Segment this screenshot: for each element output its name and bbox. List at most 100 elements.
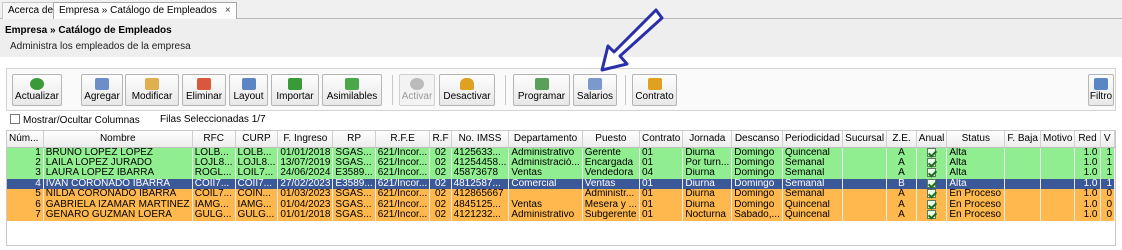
table-body: 1 BRUNO LOPEZ LOPEZ LOLB... LOLB... 01/01/20… [7, 147, 1115, 221]
column-header[interactable]: Puesto [582, 131, 641, 148]
column-header[interactable]: Anual [916, 131, 948, 148]
table-row[interactable]: 3 LAURA LOPEZ IBARRA ROGL... LOIL7... 24/06/… [7, 168, 1115, 179]
table-cell: Gerente [582, 147, 641, 158]
assimilables-button[interactable]: Asimilables [322, 74, 382, 106]
close-icon[interactable]: × [225, 5, 231, 16]
column-header[interactable]: F. Ingreso [277, 131, 334, 148]
show-hide-columns-checkbox[interactable] [10, 114, 20, 124]
button-label: Importar [276, 91, 314, 102]
table-cell: 45873678 [451, 168, 510, 179]
annual-checkbox[interactable] [916, 147, 948, 158]
table-cell: 02 [429, 189, 452, 200]
table-row[interactable]: 4 IVAN CORONADO IBARRA COII7... COII7... 27/… [7, 178, 1115, 190]
annual-checkbox[interactable] [916, 189, 948, 200]
column-header[interactable]: Departamento [508, 131, 583, 148]
button-label: Filtro [1089, 91, 1113, 102]
column-header[interactable]: R.F [429, 131, 452, 148]
table-cell [1004, 210, 1041, 221]
checkbox-checked-icon[interactable] [927, 189, 937, 199]
table-cell: Subgerente [582, 210, 641, 221]
selected-rows-label: Filas Seleccionadas [160, 114, 249, 125]
annual-checkbox[interactable] [916, 178, 948, 190]
table-row[interactable]: 7 GENARO GUZMAN LOERA GULG... GULG... 01/01/… [7, 210, 1115, 221]
checkbox-checked-icon[interactable] [927, 157, 937, 167]
table-cell [1004, 168, 1041, 179]
column-header[interactable]: Núm... [7, 131, 44, 148]
table-cell: 0 [1100, 210, 1115, 221]
tab-catalogo-empleados[interactable]: Empresa » Catálogo de Empleados × [53, 2, 237, 19]
column-header[interactable]: Status [946, 131, 1006, 148]
column-header[interactable]: CURP [235, 131, 279, 148]
activate-button[interactable]: Activar [399, 74, 435, 106]
annual-checkbox[interactable] [916, 210, 948, 221]
filter-button[interactable]: Filtro [1088, 74, 1114, 106]
table-cell: Ventas [508, 199, 583, 211]
column-header[interactable]: Z.E. [886, 131, 917, 148]
salaries-button[interactable]: Salarios [573, 74, 617, 106]
deactivate-button[interactable]: Desactivar [439, 74, 495, 106]
column-header[interactable]: RP [332, 131, 376, 148]
table-cell: Alta [946, 147, 1006, 158]
table-cell: SGAS... [332, 157, 376, 169]
table-cell: Diurna [682, 147, 733, 158]
column-header[interactable]: RFC [192, 131, 236, 148]
column-header[interactable]: Red [1074, 131, 1101, 148]
page-header: Empresa » Catálogo de Empleados Administ… [0, 19, 1122, 57]
column-header[interactable]: Nombre [43, 131, 193, 148]
table-cell: 04 [639, 168, 684, 179]
table-cell: Quincenal [782, 210, 844, 221]
table-row[interactable]: 5 NILDA CORONADO IBARRA COIL7... COIN... 01/… [7, 189, 1115, 200]
table-cell: 6 [7, 199, 44, 211]
column-header[interactable]: V [1100, 131, 1115, 148]
checkbox-checked-icon[interactable] [927, 210, 937, 220]
table-cell: LOLB... [235, 147, 279, 158]
table-cell: A [886, 199, 917, 211]
annual-checkbox[interactable] [916, 157, 948, 169]
column-header[interactable]: F. Baja [1004, 131, 1041, 148]
column-header[interactable]: Descanso [731, 131, 783, 148]
checkbox-checked-icon[interactable] [927, 147, 937, 157]
delete-button[interactable]: Eliminar [182, 74, 226, 106]
table-row[interactable]: 6 GABRIELA IZAMAR MARTINEZ IAMG... IAMG... 0… [7, 199, 1115, 211]
layout-button[interactable]: Layout [229, 74, 268, 106]
table-cell: IAMG... [235, 199, 279, 211]
table-cell: Nocturna [682, 210, 733, 221]
table-cell: 01 [639, 157, 684, 169]
annual-checkbox[interactable] [916, 199, 948, 211]
checkbox-checked-icon[interactable] [927, 178, 937, 188]
add-button[interactable]: Agregar [81, 74, 123, 106]
table-cell: 13/07/2019 [277, 157, 334, 169]
refresh-button[interactable]: Actualizar [12, 74, 62, 106]
tab-acerca-de[interactable]: Acerca de [2, 2, 60, 19]
import-button[interactable]: Importar [271, 74, 319, 106]
annual-checkbox[interactable] [916, 168, 948, 179]
column-header[interactable]: Motivo [1040, 131, 1076, 148]
column-header[interactable]: R.F.E [375, 131, 431, 148]
schedule-button[interactable]: Programar [513, 74, 570, 106]
contract-button[interactable]: Contrato [632, 74, 677, 106]
table-cell: A [886, 168, 917, 179]
page-title: Empresa » Catálogo de Empleados [5, 25, 172, 36]
edit-button[interactable]: Modificar [125, 74, 179, 106]
table-cell: 1 [1100, 157, 1115, 169]
column-header[interactable]: No. IMSS [451, 131, 510, 148]
column-header[interactable]: Sucursal [842, 131, 888, 148]
table-row[interactable]: 1 BRUNO LOPEZ LOPEZ LOLB... LOLB... 01/01/20… [7, 147, 1115, 158]
button-label: Salarios [576, 91, 614, 102]
table-cell: Diurna [682, 199, 733, 211]
column-header[interactable]: Periodicidad [782, 131, 844, 148]
checkbox-checked-icon[interactable] [927, 168, 937, 178]
checkbox-checked-icon[interactable] [927, 199, 937, 209]
table-cell: B [886, 178, 917, 190]
column-header[interactable]: Contrato [639, 131, 684, 148]
activate-icon [410, 78, 424, 90]
table-cell [1004, 178, 1041, 190]
table-cell: 24/06/2024 [277, 168, 334, 179]
table-cell: 41254458... [451, 157, 510, 169]
column-header[interactable]: Jornada [682, 131, 733, 148]
table-cell [1004, 147, 1041, 158]
table-cell: 3 [7, 168, 44, 179]
table-row[interactable]: 2 LAILA LOPEZ JURADO LOJL8... LOJL8... 13/07… [7, 157, 1115, 169]
table-cell: 1 [1100, 178, 1115, 190]
table-cell: En Proceso [946, 210, 1006, 221]
